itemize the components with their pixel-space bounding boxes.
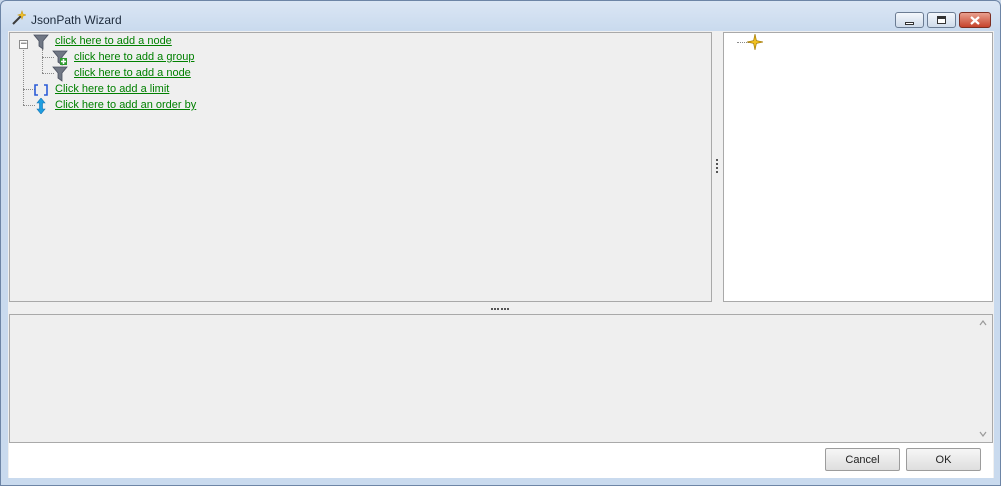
wizard-client-area: − click here to add a node click here to…	[8, 31, 994, 478]
filter-icon	[33, 34, 49, 50]
sort-arrows-icon	[33, 97, 49, 115]
close-button[interactable]	[959, 12, 991, 28]
star-node-icon[interactable]	[746, 33, 764, 51]
horizontal-splitter[interactable]	[491, 307, 509, 310]
jsonpath-wizard-window: JsonPath Wizard − click here to add a no…	[0, 0, 1001, 486]
title-bar[interactable]: JsonPath Wizard	[1, 1, 1000, 31]
tree-node-limit[interactable]: Click here to add a limit	[55, 81, 169, 97]
tree-node-root[interactable]: click here to add a node	[55, 33, 172, 49]
maximize-button[interactable]	[927, 12, 956, 28]
scroll-up-arrow-icon[interactable]	[978, 318, 988, 328]
restore-icon	[937, 16, 946, 24]
scroll-down-arrow-icon[interactable]	[978, 429, 988, 439]
expression-output-area[interactable]	[9, 314, 993, 443]
add-order-by-link[interactable]: Click here to add an order by	[55, 99, 196, 111]
tree-connector	[42, 49, 43, 73]
filter-icon	[52, 66, 68, 82]
add-limit-link[interactable]: Click here to add a limit	[55, 83, 169, 95]
filter-add-group-icon	[52, 50, 68, 66]
cancel-button[interactable]: Cancel	[825, 448, 900, 471]
preview-tree-panel[interactable]	[723, 32, 993, 302]
add-node-link[interactable]: click here to add a node	[55, 35, 172, 47]
window-title: JsonPath Wizard	[31, 13, 122, 27]
dialog-footer: Cancel OK	[9, 443, 993, 478]
minimize-button[interactable]	[895, 12, 924, 28]
query-tree-panel[interactable]: − click here to add a node click here to…	[9, 32, 712, 302]
ok-button[interactable]: OK	[906, 448, 981, 471]
vertical-splitter[interactable]	[715, 159, 718, 173]
magic-wand-icon	[10, 10, 27, 26]
add-group-link[interactable]: click here to add a group	[74, 51, 194, 63]
tree-collapse-toggle[interactable]: −	[19, 40, 28, 49]
tree-node-order-by[interactable]: Click here to add an order by	[55, 97, 196, 113]
tree-connector	[23, 47, 24, 105]
minimize-icon	[905, 21, 914, 25]
close-icon	[970, 15, 980, 25]
tree-node-add-node[interactable]: click here to add a node	[74, 65, 191, 81]
add-node-link[interactable]: click here to add a node	[74, 67, 191, 79]
tree-node-add-group[interactable]: click here to add a group	[74, 49, 194, 65]
brackets-icon	[33, 82, 49, 98]
